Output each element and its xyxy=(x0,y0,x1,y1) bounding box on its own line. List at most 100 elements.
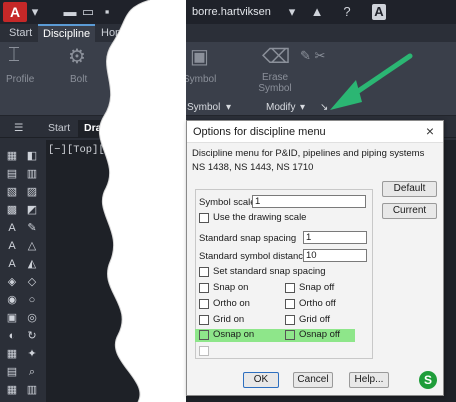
bolt-icon[interactable]: ⚙ xyxy=(68,44,86,69)
tool-icon[interactable]: ▤ xyxy=(4,364,20,380)
doc-tab-drawing[interactable]: Drawing xyxy=(78,120,132,137)
grid-off-checkbox[interactable] xyxy=(285,315,295,325)
tool-icon[interactable]: ◩ xyxy=(24,202,40,218)
symbol-panel-chevron-icon[interactable]: ▾ xyxy=(226,102,231,113)
osnap-off-label: Osnap off xyxy=(299,329,341,340)
tool-icon[interactable]: ▥ xyxy=(24,166,40,182)
dialog-title: Options for discipline menu xyxy=(193,126,326,138)
pencil-icon[interactable]: ✎ xyxy=(24,220,40,236)
default-button[interactable]: Default xyxy=(382,181,437,197)
tool-icon[interactable]: ▣ xyxy=(4,310,20,326)
symbol-icon[interactable]: ▣ xyxy=(190,44,209,69)
viewport-controls[interactable]: [−][Top][2D Wi xyxy=(48,144,136,156)
open-icon[interactable]: ▭ xyxy=(80,4,96,20)
text-icon[interactable]: A xyxy=(4,220,20,236)
tool-icon[interactable]: ▦ xyxy=(4,148,20,164)
hamburger-menu-icon[interactable]: ☰ xyxy=(8,120,29,137)
ortho-on-checkbox[interactable] xyxy=(199,299,209,309)
tool-icon[interactable]: ◉ xyxy=(4,292,20,308)
panel-label-symbol[interactable]: Symbol xyxy=(187,102,220,113)
snap-on-checkbox[interactable] xyxy=(199,283,209,293)
tool-icon[interactable]: ▧ xyxy=(4,184,20,200)
close-icon[interactable]: × xyxy=(423,124,437,138)
dialog-launcher-icon[interactable]: ↘ xyxy=(320,102,328,113)
cart-icon[interactable]: ▾ xyxy=(285,4,299,20)
tool-icon[interactable]: ▩ xyxy=(4,202,20,218)
tool-palette: ▦ ◧ ▤ ▥ ▧ ▨ ▩ ◩ A ✎ A △ A ◭ ◈ ◇ ◉ ○ ▣ ◎ … xyxy=(0,140,46,402)
tool-icon[interactable]: ▨ xyxy=(24,184,40,200)
ortho-off-label: Ortho off xyxy=(299,298,336,309)
profile-icon[interactable]: ⌶ xyxy=(8,44,20,67)
help-button[interactable]: Help... xyxy=(349,372,389,388)
app-store-icon[interactable]: A xyxy=(372,4,386,20)
tool-icon[interactable]: ▦ xyxy=(4,382,20,398)
app-badge-icon[interactable]: S xyxy=(419,371,437,389)
grid-on-checkbox[interactable] xyxy=(199,315,209,325)
help-icon[interactable]: ? xyxy=(340,4,354,20)
snap-off-label: Snap off xyxy=(299,282,335,293)
symbol-distance-input[interactable]: 10 xyxy=(303,249,367,262)
snap-on-label: Snap on xyxy=(213,282,249,293)
user-icon[interactable]: ● xyxy=(176,4,190,20)
ok-button[interactable]: OK xyxy=(243,372,279,388)
osnap-on-checkbox[interactable] xyxy=(199,330,209,340)
tool-icon[interactable]: ◧ xyxy=(24,148,40,164)
tool-icon[interactable]: ◐ xyxy=(4,328,20,344)
save-icon[interactable]: ▪ xyxy=(99,4,115,20)
text-icon[interactable]: A xyxy=(4,256,20,272)
autodesk-icon[interactable]: ▲ xyxy=(310,4,324,20)
modify-panel-chevron-icon[interactable]: ▾ xyxy=(300,102,305,113)
osnap-on-label: Osnap on xyxy=(213,329,255,340)
doc-tab-start[interactable]: Start xyxy=(42,120,76,137)
triangle-icon[interactable]: ◭ xyxy=(24,256,40,272)
tool-icon[interactable]: ◎ xyxy=(24,310,40,326)
dialog-info-line2: NS 1438, NS 1443, NS 1710 xyxy=(192,162,314,173)
bolt-label[interactable]: Bolt xyxy=(70,74,87,85)
grid-on-label: Grid on xyxy=(213,314,245,325)
tool-icon[interactable]: ○ xyxy=(24,292,40,308)
snap-spacing-label: Standard snap spacing xyxy=(199,233,297,244)
erase-symbol-icon[interactable]: ⌫ xyxy=(262,44,290,69)
dialog-info-line1: Discipline menu for P&ID, pipelines and … xyxy=(192,148,425,159)
symbol-distance-label: Standard symbol distance xyxy=(199,251,309,262)
dialog-title-bar[interactable]: Options for discipline menu × xyxy=(187,121,443,143)
ribbon-tab-bar: Start Discipline Hom xyxy=(0,24,456,42)
symbol-scale-label: Symbol scale xyxy=(199,197,256,208)
symbol-scale-input[interactable]: 1 xyxy=(252,195,366,208)
open-folder-icon[interactable]: ▬ xyxy=(62,4,78,20)
tool-icon[interactable]: ◈ xyxy=(4,274,20,290)
tool-icon[interactable]: ▥ xyxy=(24,382,40,398)
options-dialog: Options for discipline menu × Discipline… xyxy=(186,120,444,396)
modify-tools-icon[interactable]: ✎ ✂ xyxy=(300,48,325,64)
profile-label[interactable]: Profile xyxy=(6,74,34,85)
current-button[interactable]: Current xyxy=(382,203,437,219)
app-logo[interactable]: A xyxy=(3,2,27,22)
tab-discipline[interactable]: Discipline xyxy=(38,24,96,42)
grid-off-label: Grid off xyxy=(299,314,330,325)
cancel-button[interactable]: Cancel xyxy=(293,372,333,388)
set-snap-spacing-checkbox[interactable] xyxy=(199,267,209,277)
snap-off-checkbox[interactable] xyxy=(285,283,295,293)
triangle-icon[interactable]: △ xyxy=(24,238,40,254)
menu-chevron-icon[interactable]: ▾ xyxy=(30,4,40,20)
rotate-icon[interactable]: ↻ xyxy=(24,328,40,344)
snap-spacing-input[interactable]: 1 xyxy=(303,231,367,244)
use-drawing-scale-checkbox[interactable] xyxy=(199,213,209,223)
tab-home[interactable]: Hom xyxy=(96,24,129,42)
osnap-off-checkbox[interactable] xyxy=(285,330,295,340)
ribbon-panel: ⌶ Profile ⚙ Bolt ▣ Symbol ⌫ Erase Symbol … xyxy=(0,42,456,116)
set-snap-spacing-label: Set standard snap spacing xyxy=(213,266,326,277)
erase-symbol-label[interactable]: Erase Symbol xyxy=(258,72,292,94)
tab-start[interactable]: Start xyxy=(4,24,37,42)
tool-icon[interactable]: ✦ xyxy=(24,346,40,362)
ortho-off-checkbox[interactable] xyxy=(285,299,295,309)
tool-icon[interactable]: ▤ xyxy=(4,166,20,182)
text-icon[interactable]: A xyxy=(4,238,20,254)
user-name[interactable]: borre.hartviksen xyxy=(192,4,284,20)
tool-icon[interactable]: ▦ xyxy=(4,346,20,362)
panel-label-modify[interactable]: Modify xyxy=(266,102,295,113)
symbol-label[interactable]: Symbol xyxy=(183,74,216,85)
tool-icon[interactable]: ⌕ xyxy=(24,364,40,380)
disabled-checkbox xyxy=(199,346,209,356)
tool-icon[interactable]: ◇ xyxy=(24,274,40,290)
